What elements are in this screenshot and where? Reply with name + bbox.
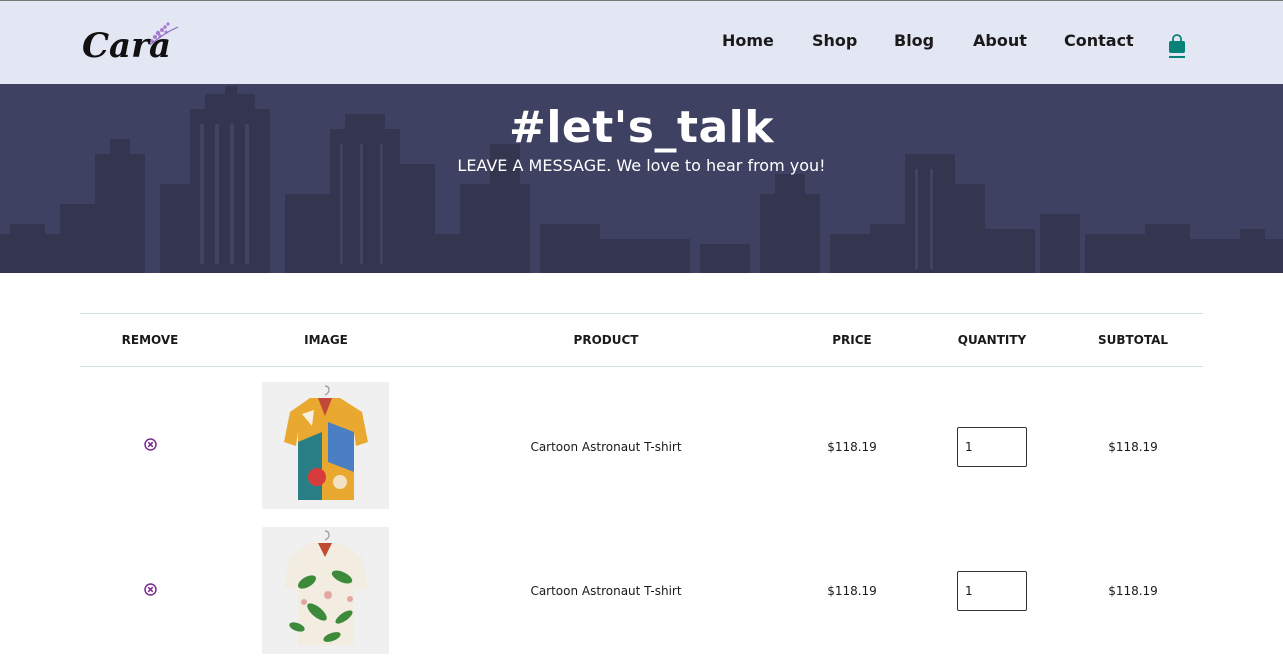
header-product: PRODUCT bbox=[573, 333, 639, 347]
header-price: PRICE bbox=[832, 333, 872, 347]
hero-banner: #let's_talk LEAVE A MESSAGE. We love to … bbox=[0, 84, 1283, 273]
header-image: IMAGE bbox=[304, 333, 348, 347]
product-image bbox=[262, 527, 389, 654]
product-price: $118.19 bbox=[827, 584, 877, 598]
nav-blog[interactable]: Blog bbox=[894, 31, 934, 50]
table-row: Cartoon Astronaut T-shirt $118.19 $118.1… bbox=[80, 527, 1203, 657]
header-quantity: QUANTITY bbox=[957, 333, 1027, 347]
brand-logo[interactable]: Cara bbox=[80, 15, 184, 63]
product-price: $118.19 bbox=[827, 440, 877, 454]
header-remove: REMOVE bbox=[121, 333, 179, 347]
nav-contact[interactable]: Contact bbox=[1064, 31, 1134, 50]
nav-shop[interactable]: Shop bbox=[812, 31, 857, 50]
quantity-input[interactable] bbox=[957, 571, 1027, 611]
table-header: REMOVE IMAGE PRODUCT PRICE QUANTITY SUBT… bbox=[80, 313, 1203, 367]
nav-about[interactable]: About bbox=[973, 31, 1027, 50]
product-name: Cartoon Astronaut T-shirt bbox=[530, 440, 682, 454]
remove-circle-icon[interactable] bbox=[144, 438, 157, 451]
quantity-input[interactable] bbox=[957, 427, 1027, 467]
hero-subtitle: LEAVE A MESSAGE. We love to hear from yo… bbox=[457, 156, 826, 175]
table-row: Cartoon Astronaut T-shirt $118.19 $118.1… bbox=[80, 382, 1203, 512]
site-header: Cara Home Shop Blog About Contact bbox=[0, 0, 1283, 84]
product-subtotal: $118.19 bbox=[1108, 440, 1158, 454]
product-subtotal: $118.19 bbox=[1108, 584, 1158, 598]
shopping-bag-icon[interactable] bbox=[1168, 34, 1186, 58]
nav-home[interactable]: Home bbox=[722, 31, 774, 50]
cart-table: REMOVE IMAGE PRODUCT PRICE QUANTITY SUBT… bbox=[80, 313, 1203, 654]
product-image bbox=[262, 382, 389, 509]
hero-title: #let's_talk bbox=[508, 102, 775, 153]
header-subtotal: SUBTOTAL bbox=[1097, 333, 1169, 347]
product-name: Cartoon Astronaut T-shirt bbox=[530, 584, 682, 598]
remove-circle-icon[interactable] bbox=[144, 583, 157, 596]
